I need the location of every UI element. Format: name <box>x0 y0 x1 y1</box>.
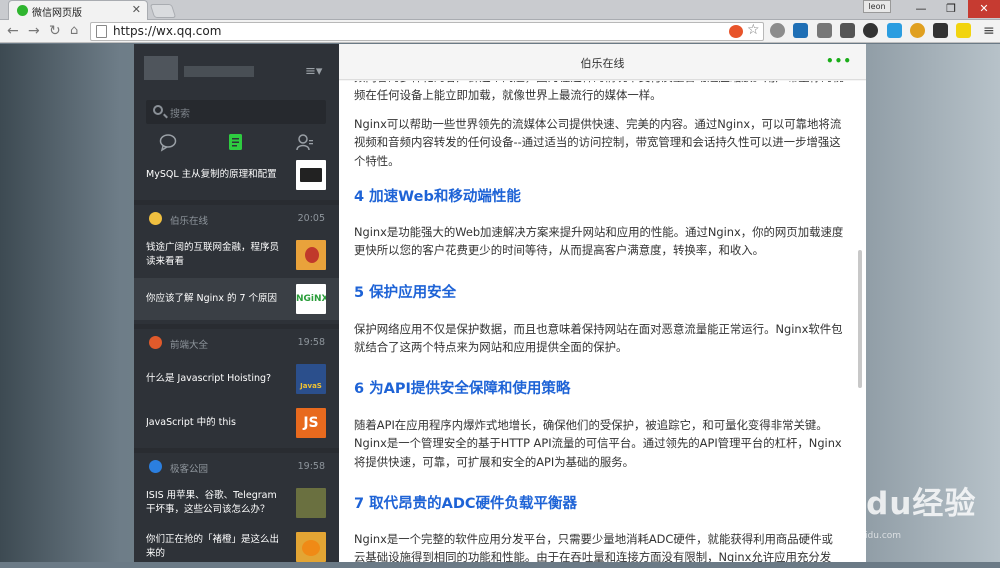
wechat-favicon-icon <box>17 5 28 16</box>
source-header: 伯乐在线 20:05 <box>134 206 339 232</box>
article-thumbnail <box>296 160 326 190</box>
watermark-url: jingyan.baidu.com <box>818 531 902 541</box>
extension-tool-icon[interactable] <box>840 23 855 38</box>
javascript-thumbnail: JavaS <box>296 364 326 394</box>
back-icon[interactable]: ← <box>7 23 19 39</box>
list-item[interactable]: 钱途广阔的互联网金融，程序员读来看看 <box>134 234 339 276</box>
extension-icon[interactable] <box>729 25 743 38</box>
section-heading: 7 取代昂贵的ADC硬件负载平衡器 <box>354 496 578 512</box>
article-thumbnail <box>296 532 326 562</box>
list-item-active[interactable]: 你应该了解 Nginx 的 7 个原因 NGiNX <box>134 278 339 320</box>
bookmark-star-icon[interactable]: ☆ <box>747 22 760 38</box>
browser-menu-icon[interactable]: ≡ <box>983 23 995 39</box>
extension-globe-icon[interactable] <box>770 23 785 38</box>
source-header: 前端大全 19:58 <box>134 330 339 356</box>
paragraph: 频内容的多样化的客户群这个问题，因为在这样的情况下支付质量合动适应缩放。用户希望… <box>354 81 844 103</box>
baidu-watermark: Baidu经验 jingyan.baidu.com <box>748 453 998 553</box>
minimize-button[interactable]: — <box>906 0 936 18</box>
url-text[interactable]: https://wx.qq.com <box>113 24 221 38</box>
section-heading: 4 加速Web和移动端性能 <box>354 189 521 205</box>
extension-power-icon[interactable] <box>863 23 878 38</box>
menu-icon[interactable]: ≡▾ <box>305 64 322 79</box>
list-item[interactable]: MySQL 主从复制的原理和配置 <box>134 154 339 196</box>
user-name <box>184 66 254 77</box>
profile-badge[interactable]: leon <box>863 0 891 13</box>
article-list: MySQL 主从复制的原理和配置 伯乐在线 20:05 钱途广阔的互联网金融，程… <box>134 154 339 562</box>
article-title: ISIS 用苹果、谷歌、Telegram 干坏事，这些公司该怎么办？ <box>146 490 277 515</box>
list-item[interactable]: ISIS 用苹果、谷歌、Telegram 干坏事，这些公司该怎么办？ <box>134 482 339 524</box>
extension-check-icon[interactable] <box>887 23 902 38</box>
browser-titlebar: 微信网页版 ✕ leon — ❐ ✕ <box>0 0 1000 20</box>
source-time: 19:58 <box>297 337 325 348</box>
section-heading: 6 为API提供安全保障和使用策略 <box>354 381 571 397</box>
contacts-tab-icon[interactable] <box>295 132 315 152</box>
article-title: 你们正在抢的「褚橙」是这么出来的 <box>146 534 280 559</box>
source-time: 20:05 <box>297 213 325 224</box>
divider <box>134 324 339 329</box>
article-title: JavaScript 中的 this <box>146 417 236 428</box>
maximize-button[interactable]: ❐ <box>936 0 966 18</box>
paragraph: Nginx是功能强大的Web加速解决方案来提升网站和应用的性能。通过Nginx，… <box>354 225 844 258</box>
js-logo-thumbnail: JS <box>296 408 326 438</box>
source-name: 伯乐在线 <box>170 216 209 227</box>
article-thumbnail <box>296 240 326 270</box>
source-name: 前端大全 <box>170 340 209 351</box>
chat-tab-icon[interactable] <box>158 132 178 152</box>
search-placeholder: 搜索 <box>170 109 190 120</box>
list-item[interactable]: 什么是 Javascript Hoisting? JavaS <box>134 358 339 400</box>
paragraph: Nginx可以帮助一些世界领先的流媒体公司提供快速、完美的内容。通过Nginx，… <box>354 117 842 168</box>
browser-toolbar: ← → ↻ ⌂ https://wx.qq.com ☆ ≡ <box>0 20 1000 43</box>
home-icon[interactable]: ⌂ <box>70 23 78 39</box>
article-title: MySQL 主从复制的原理和配置 <box>146 169 277 180</box>
nginx-logo-thumbnail: NGiNX <box>296 284 326 314</box>
tab-title: 微信网页版 <box>32 8 82 19</box>
article-title: 你应该了解 Nginx 的 7 个原因 <box>146 293 278 304</box>
extension-n-icon[interactable] <box>956 23 971 38</box>
watermark-text: Baidu经验 <box>808 486 977 522</box>
extension-color-icon[interactable] <box>910 23 925 38</box>
sidebar-tabs <box>134 132 339 154</box>
article-tab-icon[interactable] <box>226 132 246 152</box>
search-icon <box>153 105 163 115</box>
source-header: 极客公园 19:58 <box>134 454 339 480</box>
browser-tab[interactable]: 微信网页版 ✕ <box>8 0 148 20</box>
article-source-title: 伯乐在线 <box>580 57 625 70</box>
extension-pocket-icon[interactable] <box>933 23 948 38</box>
user-avatar[interactable] <box>144 56 178 80</box>
article-thumbnail <box>296 488 326 518</box>
forward-icon[interactable]: → <box>28 23 40 39</box>
paragraph: 保护网络应用不仅是保护数据，而且也意味着保持网站在面对恶意流量能正常运行。Ngi… <box>354 322 843 355</box>
extension-s-icon[interactable] <box>793 23 808 38</box>
extension-bug-icon[interactable] <box>817 23 832 38</box>
article-title: 钱途广阔的互联网金融，程序员读来看看 <box>146 242 280 267</box>
divider <box>134 448 339 453</box>
source-avatar-icon <box>149 336 162 349</box>
source-name: 极客公园 <box>170 464 209 475</box>
page-icon <box>96 25 107 38</box>
tab-close-icon[interactable]: ✕ <box>132 3 141 16</box>
list-item[interactable]: JavaScript 中的 this JS <box>134 402 339 444</box>
search-input[interactable]: 搜索 <box>146 100 326 124</box>
article-scrollbar[interactable] <box>858 250 862 388</box>
source-avatar-icon <box>149 460 162 473</box>
source-time: 19:58 <box>297 461 325 472</box>
baidu-paw-icon <box>756 457 803 515</box>
address-bar[interactable]: https://wx.qq.com ☆ <box>90 22 764 41</box>
source-avatar-icon <box>149 212 162 225</box>
reload-icon[interactable]: ↻ <box>49 23 61 39</box>
divider <box>134 200 339 205</box>
more-options-icon[interactable]: ••• <box>826 54 852 68</box>
section-heading: 5 保护应用安全 <box>354 285 457 301</box>
new-tab-button[interactable] <box>149 4 177 18</box>
close-window-button[interactable]: ✕ <box>968 0 1000 18</box>
article-title: 什么是 Javascript Hoisting? <box>146 373 272 384</box>
chat-sidebar: ≡▾ 搜索 MySQL 主从复制的原理和配置 伯乐在线 20:05 钱途广阔的互… <box>134 44 339 562</box>
article-header: 伯乐在线 ••• <box>339 44 866 80</box>
